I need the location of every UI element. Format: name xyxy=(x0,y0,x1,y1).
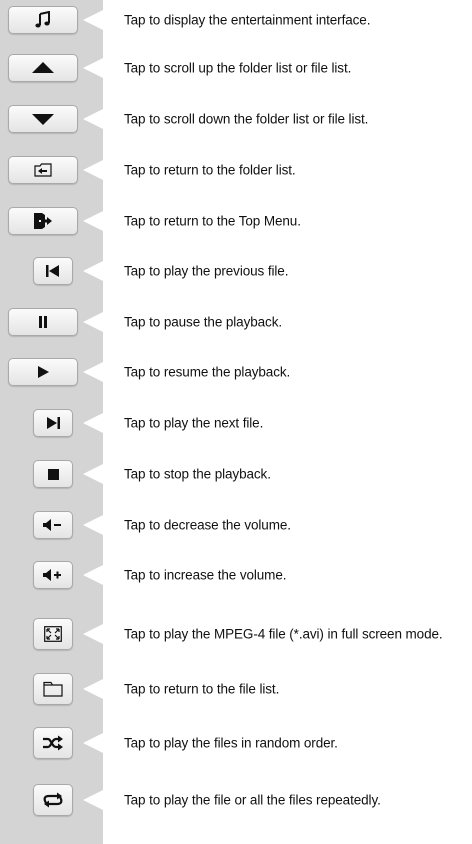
legend-text: Tap to play the MPEG-4 file (*.avi) in f… xyxy=(124,626,443,642)
legend-text: Tap to play the file or all the files re… xyxy=(124,792,381,808)
legend-text: Tap to play the next file. xyxy=(124,415,264,431)
legend-row-scroll-down: Tap to scroll down the folder list or fi… xyxy=(0,99,472,139)
fullscreen-icon xyxy=(44,626,62,642)
pause-button[interactable] xyxy=(8,308,78,336)
folder-list-button[interactable] xyxy=(8,156,78,184)
previous-button[interactable] xyxy=(33,257,73,285)
legend-text: Tap to play the previous file. xyxy=(124,263,289,279)
pointer-arrow xyxy=(83,464,103,484)
legend-row-top-menu: Tap to return to the Top Menu. xyxy=(0,201,472,241)
play-button[interactable] xyxy=(8,358,78,386)
legend-row-stop: Tap to stop the playback. xyxy=(0,454,472,494)
pause-icon xyxy=(39,316,47,328)
legend-row-shuffle: Tap to play the files in random order. xyxy=(0,721,472,765)
pointer-arrow xyxy=(83,160,103,180)
legend-text: Tap to return to the Top Menu. xyxy=(124,213,301,229)
exit-door-icon xyxy=(34,213,52,229)
legend-text: Tap to scroll down the folder list or fi… xyxy=(124,111,369,127)
previous-track-icon xyxy=(46,265,59,277)
legend-row-previous: Tap to play the previous file. xyxy=(0,251,472,291)
pointer-arrow xyxy=(83,565,103,585)
legend-text: Tap to resume the playback. xyxy=(124,364,291,380)
file-list-button[interactable] xyxy=(33,673,73,705)
legend-text: Tap to decrease the volume. xyxy=(124,517,291,533)
shuffle-button[interactable] xyxy=(33,727,73,759)
legend-text: Tap to stop the playback. xyxy=(124,466,271,482)
shuffle-icon xyxy=(43,735,63,751)
legend-row-fullscreen: Tap to play the MPEG-4 file (*.avi) in f… xyxy=(0,612,472,656)
volume-down-button[interactable] xyxy=(33,511,73,539)
pointer-arrow xyxy=(83,312,103,332)
pointer-arrow xyxy=(83,211,103,231)
legend-text: Tap to pause the playback. xyxy=(124,314,283,330)
pointer-arrow xyxy=(83,261,103,281)
volume-down-icon xyxy=(43,519,61,531)
stop-button[interactable] xyxy=(33,460,73,488)
legend-text: Tap to play the files in random order. xyxy=(124,735,338,751)
entertainment-button[interactable] xyxy=(8,6,78,34)
legend-row-pause: Tap to pause the playback. xyxy=(0,302,472,342)
legend-row-volume-down: Tap to decrease the volume. xyxy=(0,505,472,545)
pointer-arrow xyxy=(83,515,103,535)
music-note-icon xyxy=(35,11,50,28)
next-track-icon xyxy=(47,417,60,429)
scroll-up-button[interactable] xyxy=(8,54,78,82)
folder-return-icon xyxy=(34,163,52,177)
legend-text: Tap to return to the file list. xyxy=(124,681,280,697)
repeat-icon xyxy=(43,792,63,808)
pointer-arrow xyxy=(83,109,103,129)
pointer-arrow xyxy=(83,733,103,753)
pointer-arrow xyxy=(83,790,103,810)
fullscreen-button[interactable] xyxy=(33,618,73,650)
legend-row-file-list: Tap to return to the file list. xyxy=(0,667,472,711)
legend-row-volume-up: Tap to increase the volume. xyxy=(0,555,472,595)
play-icon xyxy=(38,366,49,378)
next-button[interactable] xyxy=(33,409,73,437)
legend-row-next: Tap to play the next file. xyxy=(0,403,472,443)
pointer-arrow xyxy=(83,10,103,30)
legend-text: Tap to return to the folder list. xyxy=(124,162,296,178)
pointer-arrow xyxy=(83,58,103,78)
stop-icon xyxy=(47,468,59,480)
volume-up-button[interactable] xyxy=(33,561,73,589)
legend-text: Tap to increase the volume. xyxy=(124,567,287,583)
scroll-up-icon xyxy=(32,62,54,73)
legend-row-folder-list: Tap to return to the folder list. xyxy=(0,150,472,190)
pointer-arrow xyxy=(83,362,103,382)
legend-row-play: Tap to resume the playback. xyxy=(0,352,472,392)
top-menu-button[interactable] xyxy=(8,207,78,235)
pointer-arrow xyxy=(83,679,103,699)
legend-text: Tap to scroll up the folder list or file… xyxy=(124,60,352,76)
folder-icon xyxy=(43,681,63,697)
volume-up-icon xyxy=(43,569,61,581)
legend-row-scroll-up: Tap to scroll up the folder list or file… xyxy=(0,48,472,88)
repeat-button[interactable] xyxy=(33,784,73,816)
legend-text: Tap to display the entertainment interfa… xyxy=(124,12,371,28)
pointer-arrow xyxy=(83,624,103,644)
scroll-down-button[interactable] xyxy=(8,105,78,133)
pointer-arrow xyxy=(83,413,103,433)
scroll-down-icon xyxy=(32,114,54,125)
legend-row-entertainment: Tap to display the entertainment interfa… xyxy=(0,0,472,40)
legend-row-repeat: Tap to play the file or all the files re… xyxy=(0,778,472,822)
